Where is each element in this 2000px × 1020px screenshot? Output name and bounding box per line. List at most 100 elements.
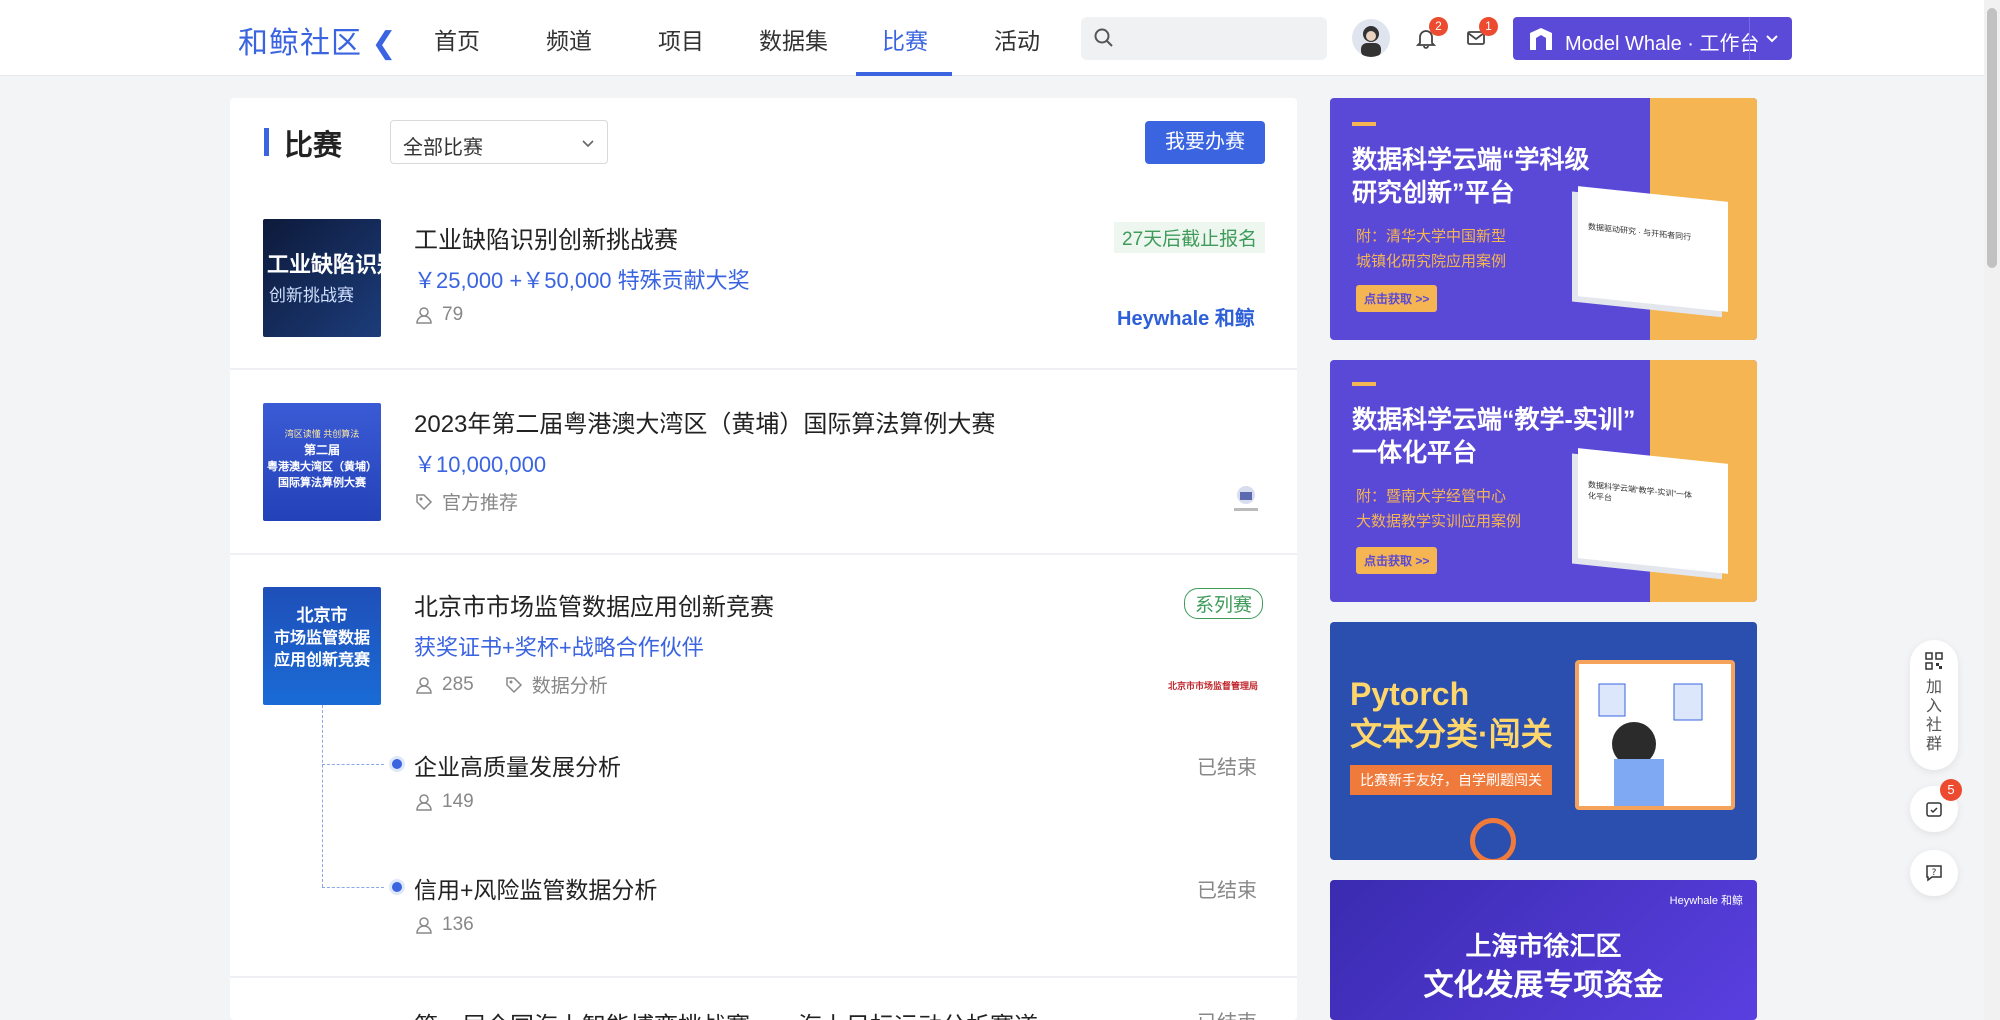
sub-participant-count: 136 bbox=[414, 914, 474, 936]
competition-filter-select[interactable]: 全部比赛 bbox=[390, 120, 608, 164]
ad-book-illustration: 数据驱动研究 · 与开拓者同行 bbox=[1578, 186, 1728, 312]
join-community-button[interactable]: 加入社群 bbox=[1910, 640, 1958, 770]
competition-title[interactable]: 2023年第二届粤港澳大湾区（黄埔）国际算法算例大赛 bbox=[414, 404, 995, 439]
user-icon bbox=[416, 676, 432, 694]
organizer-logo: Heywhale 和鲸 bbox=[1117, 308, 1255, 330]
deadline-status-badge: 27天后截止报名 bbox=[1114, 222, 1266, 253]
ad-cta-button[interactable]: 点击获取 >> bbox=[1356, 547, 1438, 574]
tree-node-dot bbox=[392, 759, 402, 769]
thumbnail-text: 北京市 bbox=[296, 606, 348, 625]
nav-project[interactable]: 项目 bbox=[658, 22, 704, 56]
active-nav-indicator bbox=[856, 72, 952, 76]
title-accent-bar bbox=[264, 128, 269, 156]
thumbnail-text: 国际算法算例大赛 bbox=[278, 477, 366, 489]
nav-home[interactable]: 首页 bbox=[434, 22, 480, 56]
organizer-logo: 北京市市场监督管理局 bbox=[1168, 681, 1259, 691]
series-badge: 系列赛 bbox=[1184, 588, 1264, 619]
competition-meta: 285 数据分析 bbox=[414, 671, 608, 698]
ad-book-illustration: 数据科学云端“教学-实训”一体化平台 bbox=[1578, 448, 1728, 574]
sub-competition-title[interactable]: 企业高质量发展分析 bbox=[414, 748, 621, 782]
svg-text:?: ? bbox=[1932, 868, 1937, 878]
ad-headline: Pytorch bbox=[1350, 676, 1470, 712]
thumbnail-text: 粤港澳大湾区（黄埔） bbox=[267, 461, 377, 473]
workbench-button[interactable]: Model Whale · 工作台 bbox=[1513, 17, 1792, 60]
ad-subtext: 附：暨南大学经管中心 bbox=[1356, 488, 1507, 505]
ended-status: 已结束 bbox=[1197, 757, 1257, 779]
series-competition-card[interactable]: 北京市 市场监管数据 应用创新竞赛 北京市市场监管数据应用创新竞赛 获奖证书+奖… bbox=[230, 555, 1297, 978]
workbench-label: Model Whale · 工作台 bbox=[1565, 33, 1760, 55]
competition-thumbnail[interactable]: 北京市 市场监管数据 应用创新竞赛 bbox=[263, 587, 381, 705]
host-competition-button[interactable]: 我要办赛 bbox=[1145, 121, 1265, 164]
competition-card[interactable]: 湾区读懂 共创算法 第二届 粤港澳大湾区（黄埔） 国际算法算例大赛 2023年第… bbox=[230, 370, 1297, 555]
participant-number: 136 bbox=[442, 914, 474, 935]
search-icon bbox=[1094, 28, 1113, 47]
nav-dataset[interactable]: 数据集 bbox=[759, 22, 828, 56]
thumbnail-text: 应用创新竞赛 bbox=[273, 652, 370, 669]
tree-connector bbox=[322, 887, 384, 888]
tag-label: 数据分析 bbox=[531, 676, 608, 697]
ad-brand: Heywhale 和鲸 bbox=[1669, 895, 1743, 907]
thumbnail-text: 第二届 bbox=[303, 443, 340, 457]
participant-count: 79 bbox=[414, 304, 463, 326]
competition-list-panel: 比赛 全部比赛 我要办赛 工业缺陷识别 创新挑战赛 工业缺陷识别创新挑战赛 ￥2… bbox=[230, 98, 1297, 1020]
calendar-check-icon bbox=[1926, 802, 1942, 817]
tasks-button[interactable]: 5 bbox=[1910, 779, 1962, 832]
participant-number: 79 bbox=[442, 304, 464, 325]
tag-label: 官方推荐 bbox=[442, 493, 519, 514]
chevron-down-icon bbox=[582, 140, 594, 148]
user-icon bbox=[416, 794, 432, 811]
join-community-label: 加入社群 bbox=[1925, 679, 1942, 753]
nav-activity[interactable]: 活动 bbox=[994, 22, 1040, 56]
nav-channel[interactable]: 频道 bbox=[546, 22, 592, 56]
scroll-thumb[interactable] bbox=[1987, 8, 1997, 268]
ad-illustration bbox=[1575, 660, 1735, 810]
message-mail-icon[interactable]: 1 bbox=[1465, 17, 1498, 54]
competition-thumbnail[interactable]: 工业缺陷识别 创新挑战赛 bbox=[263, 219, 381, 337]
search-input[interactable] bbox=[1081, 17, 1327, 60]
ad-headline: 研究创新”平台 bbox=[1352, 179, 1515, 207]
ad-subtext: 比赛新手友好，自学刷题闯关 bbox=[1350, 765, 1552, 795]
competition-card[interactable]: 工业缺陷识别 创新挑战赛 工业缺陷识别创新挑战赛 ￥25,000 +￥50,00… bbox=[230, 188, 1297, 370]
page-title: 比赛 bbox=[284, 130, 343, 162]
thumbnail-text: 市场监管数据 bbox=[273, 630, 370, 647]
competition-card[interactable]: 第一届全国海上智能博弈挑战赛——海上目标运动分析赛道 已结束 bbox=[230, 978, 1297, 1020]
qr-code-icon bbox=[1925, 652, 1943, 670]
ad-headline: 上海市徐汇区 bbox=[1465, 931, 1622, 961]
notification-badge: 2 bbox=[1429, 17, 1448, 36]
tree-node-dot bbox=[392, 882, 402, 892]
competition-title[interactable]: 第一届全国海上智能博弈挑战赛——海上目标运动分析赛道 bbox=[414, 1006, 1038, 1020]
participant-number: 149 bbox=[442, 791, 474, 812]
ad-headline: 数据科学云端“教学-实训” bbox=[1352, 406, 1636, 434]
ad-banner-xuhui-fund[interactable]: Heywhale 和鲸 上海市徐汇区 文化发展专项资金 bbox=[1330, 880, 1757, 1020]
tree-connector bbox=[322, 705, 323, 887]
chevron-down-icon[interactable] bbox=[1764, 31, 1780, 47]
ad-banner-research-platform[interactable]: 数据科学云端“学科级 研究创新”平台 附：清华大学中国新型 城镇化研究院应用案例… bbox=[1330, 98, 1757, 340]
notification-bell-icon[interactable]: 2 bbox=[1415, 17, 1448, 54]
help-button[interactable]: ? bbox=[1910, 850, 1958, 896]
ad-subtext: 大数据教学实训应用案例 bbox=[1356, 513, 1522, 530]
thumbnail-text: 工业缺陷识别 bbox=[267, 252, 381, 277]
sub-competition-title[interactable]: 信用+风险监管数据分析 bbox=[414, 871, 657, 905]
competition-title[interactable]: 北京市市场监管数据应用创新竞赛 bbox=[414, 587, 774, 622]
sub-participant-count: 149 bbox=[414, 791, 474, 813]
competition-thumbnail[interactable]: 湾区读懂 共创算法 第二届 粤港澳大湾区（黄埔） 国际算法算例大赛 bbox=[263, 403, 381, 521]
competition-prize: ￥25,000 +￥50,000 特殊贡献大奖 bbox=[414, 268, 750, 293]
site-logo[interactable]: 和鲸社区 ❮ bbox=[238, 18, 397, 62]
modelwhale-logo-icon bbox=[1530, 28, 1552, 50]
tag-icon bbox=[505, 676, 522, 693]
ended-status: 已结束 bbox=[1197, 1006, 1257, 1020]
tasks-badge: 5 bbox=[1940, 779, 1962, 801]
ad-cta-button[interactable]: 点击获取 >> bbox=[1356, 285, 1438, 312]
ad-banner-pytorch[interactable]: Pytorch 文本分类·闯关 比赛新手友好，自学刷题闯关 bbox=[1330, 622, 1757, 860]
ad-banner-teaching-platform[interactable]: 数据科学云端“教学-实训” 一体化平台 附：暨南大学经管中心 大数据教学实训应用… bbox=[1330, 360, 1757, 602]
help-question-icon: ? bbox=[1926, 865, 1942, 882]
competition-title[interactable]: 工业缺陷识别创新挑战赛 bbox=[414, 220, 678, 255]
ad-headline: 文化发展专项资金 bbox=[1423, 969, 1664, 1002]
user-avatar[interactable] bbox=[1352, 19, 1390, 57]
ad-subtext: 城镇化研究院应用案例 bbox=[1356, 253, 1507, 270]
participant-number: 285 bbox=[442, 673, 474, 695]
competition-tag: 官方推荐 bbox=[414, 488, 518, 515]
nav-competition[interactable]: 比赛 bbox=[882, 22, 928, 56]
filter-selected-value: 全部比赛 bbox=[403, 137, 483, 159]
page-scrollbar[interactable] bbox=[1984, 0, 2000, 1020]
